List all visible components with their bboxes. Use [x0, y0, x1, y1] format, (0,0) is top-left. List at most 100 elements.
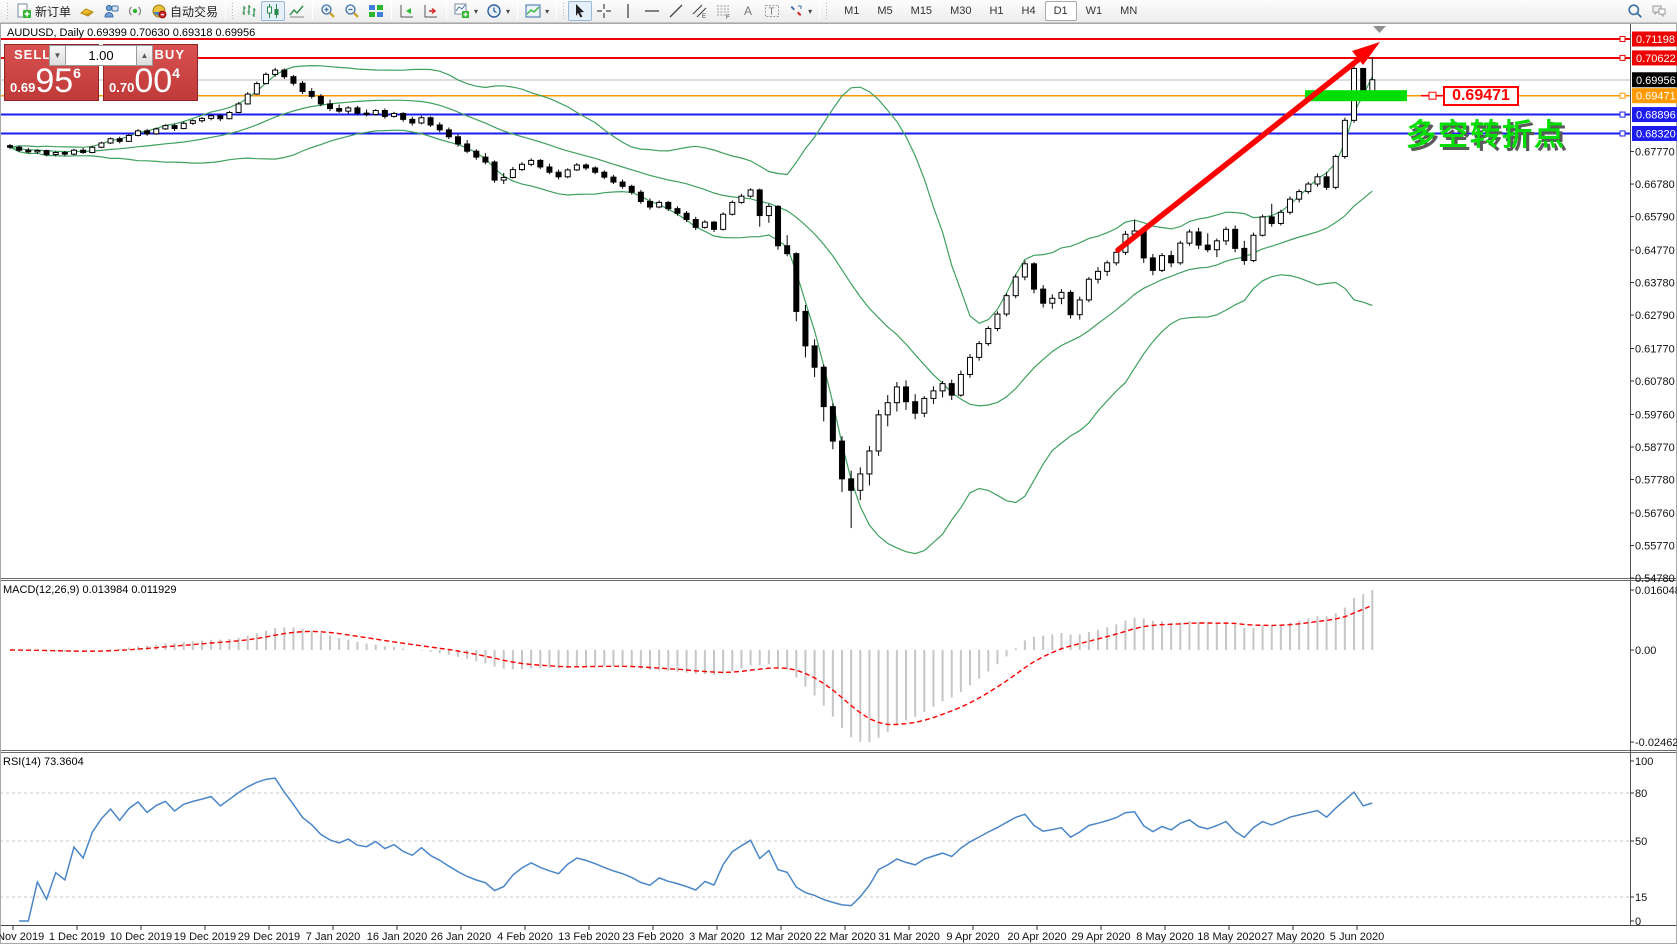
templates-button[interactable]: ▾ [521, 1, 553, 21]
buy-label: BUY [155, 47, 185, 62]
sell-price: 0.69956 [10, 64, 81, 98]
text-label-icon: T [764, 3, 780, 19]
tile-windows-button[interactable] [364, 1, 388, 21]
svg-text:0: 0 [1635, 916, 1641, 928]
equidistant-channel-button[interactable]: E [688, 1, 712, 21]
timeframe-button-mn[interactable]: MN [1111, 1, 1146, 21]
svg-text:15: 15 [1635, 892, 1647, 904]
svg-text:26 Jan 2020: 26 Jan 2020 [431, 931, 492, 943]
svg-text:0.60780: 0.60780 [1635, 376, 1675, 388]
svg-text:23 Feb 2020: 23 Feb 2020 [622, 931, 684, 943]
chart-shift-button[interactable] [419, 1, 443, 21]
svg-text:-0.024625: -0.024625 [1635, 737, 1677, 749]
bar-chart-icon [241, 3, 257, 19]
svg-text:0.016048: 0.016048 [1635, 585, 1677, 597]
dropdown-arrow-icon: ▾ [506, 7, 510, 16]
svg-text:T: T [769, 7, 775, 18]
svg-text:0.57780: 0.57780 [1635, 475, 1675, 487]
autotrading-button[interactable]: 自动交易 [147, 1, 222, 21]
volume-input[interactable] [66, 45, 136, 66]
volume-spinner: ▼ ▲ [49, 45, 153, 66]
periods-button[interactable]: ▾ [482, 1, 514, 21]
new-order-icon [16, 3, 32, 19]
zoom-in-button[interactable] [316, 1, 340, 21]
toolbar-drag-handle[interactable] [562, 3, 566, 19]
candlestick-chart-button[interactable] [261, 1, 285, 21]
toolbar-separator [556, 2, 557, 20]
svg-text:18 May 2020: 18 May 2020 [1197, 931, 1261, 943]
toolbar-drag-handle[interactable] [825, 3, 829, 19]
channel-icon: E [692, 3, 708, 19]
horizontal-line-button[interactable] [640, 1, 664, 21]
svg-text:50: 50 [1635, 836, 1647, 848]
chat-icon[interactable] [1651, 3, 1667, 19]
cursor-button[interactable] [568, 1, 592, 21]
candlestick-icon [265, 3, 281, 19]
trendline-button[interactable] [664, 1, 688, 21]
toolbar-drag-handle[interactable] [231, 3, 235, 19]
timeframe-button-m15[interactable]: M15 [902, 1, 941, 21]
dropdown-arrow-icon: ▾ [545, 7, 549, 16]
svg-text:100: 100 [1635, 756, 1653, 768]
templates-icon [525, 3, 541, 19]
svg-text:0.54780: 0.54780 [1635, 573, 1675, 585]
horizontal-line-icon [644, 3, 660, 19]
auto-scroll-button[interactable] [395, 1, 419, 21]
auto-scroll-icon [399, 3, 415, 19]
svg-text:0.61770: 0.61770 [1635, 344, 1675, 356]
rsi-indicator-label: RSI(14) 73.3604 [3, 756, 84, 768]
svg-text:4 Feb 2020: 4 Feb 2020 [497, 931, 553, 943]
svg-text:0.67770: 0.67770 [1635, 147, 1675, 159]
timeframe-button-m5[interactable]: M5 [868, 1, 901, 21]
one-click-trade-panel: SELL 0.69956 BUY 0.70004 ▼ ▲ [4, 44, 198, 101]
new-order-button[interactable]: 新订单 [12, 1, 75, 21]
timeframe-button-h1[interactable]: H1 [980, 1, 1012, 21]
fibonacci-button[interactable]: F [712, 1, 736, 21]
chart-shift-icon [423, 3, 439, 19]
turning-point-note[interactable]: 多空转折点 [1406, 110, 1566, 154]
arrows-button[interactable]: ▾ [784, 1, 816, 21]
vertical-line-button[interactable] [616, 1, 640, 21]
text-label-button[interactable]: T [760, 1, 784, 21]
crosshair-button[interactable] [592, 1, 616, 21]
price-annotation-box[interactable]: 0.69471 [1443, 86, 1519, 106]
tile-windows-icon [368, 3, 384, 19]
timeframe-button-d1[interactable]: D1 [1045, 1, 1077, 21]
line-chart-button[interactable] [285, 1, 309, 21]
timeframe-button-m1[interactable]: M1 [835, 1, 868, 21]
timeframe-button-m30[interactable]: M30 [941, 1, 980, 21]
volume-increase-button[interactable]: ▲ [136, 45, 153, 66]
toolbar-drag-handle[interactable] [6, 3, 10, 19]
volume-decrease-button[interactable]: ▼ [49, 45, 66, 66]
svg-text:0.62790: 0.62790 [1635, 310, 1675, 322]
arrows-icon [788, 3, 804, 19]
market-icon [79, 3, 95, 19]
timeframe-toolbar: M1M5M15M30H1H4D1W1MN [835, 1, 1146, 21]
mt4-terminal: { "toolbar": { "buttons": { "new_order":… [0, 0, 1677, 944]
svg-text:27 May 2020: 27 May 2020 [1261, 931, 1325, 943]
timeframe-button-h4[interactable]: H4 [1013, 1, 1045, 21]
search-icon[interactable] [1627, 3, 1643, 19]
svg-text:29 Apr 2020: 29 Apr 2020 [1071, 931, 1130, 943]
market-button[interactable] [75, 1, 99, 21]
timeframe-button-w1[interactable]: W1 [1077, 1, 1112, 21]
zoom-out-button[interactable] [340, 1, 364, 21]
autotrading-icon [151, 3, 167, 19]
svg-text:3 Mar 2020: 3 Mar 2020 [689, 931, 745, 943]
main-toolbar: 新订单 自动交易 [0, 0, 1677, 23]
indicators-button[interactable]: ▾ [450, 1, 482, 21]
toolbar-separator [446, 2, 447, 20]
text-button[interactable]: A [736, 1, 760, 21]
svg-text:F: F [726, 15, 730, 19]
svg-text:80: 80 [1635, 788, 1647, 800]
indicators-icon [454, 3, 470, 19]
toolbar-separator [517, 2, 518, 20]
profile-button[interactable] [99, 1, 123, 21]
svg-text:8 May 2020: 8 May 2020 [1136, 931, 1193, 943]
bar-chart-button[interactable] [237, 1, 261, 21]
svg-text:13 Feb 2020: 13 Feb 2020 [558, 931, 620, 943]
text-icon: A [740, 3, 756, 19]
svg-text:0.68320: 0.68320 [1636, 128, 1676, 140]
new-order-label: 新订单 [35, 3, 71, 20]
signals-button[interactable] [123, 1, 147, 21]
